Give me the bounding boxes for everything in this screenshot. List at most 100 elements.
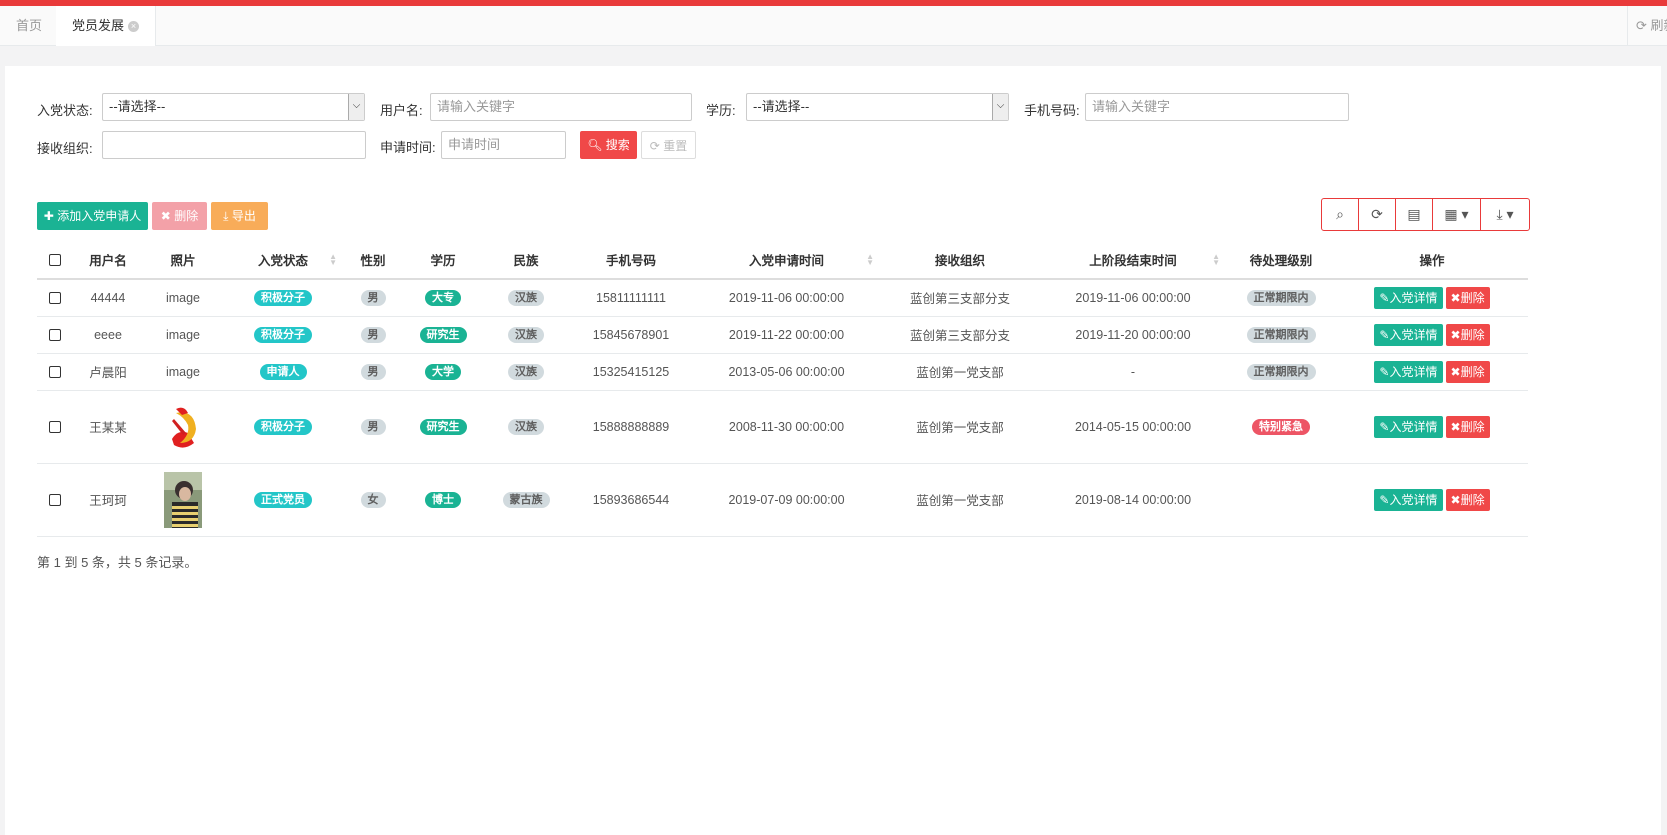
edu-label: 学历: [706,103,736,118]
detail-button[interactable]: ✎入党详情 [1374,488,1443,511]
status-badge: 正式党员 [254,491,312,508]
col-status[interactable]: 入党状态 ▲ ▼ [223,241,343,280]
close-icon: ✖ [1450,290,1461,305]
status-badge: 积极分子 [254,289,312,306]
add-button-label: 添加入党申请人 [57,209,142,223]
detail-button[interactable]: ✎入党详情 [1374,286,1443,309]
reset-button[interactable]: ⟳ 重置 [641,131,696,159]
education-badge: 研究生 [419,418,467,435]
refresh-table-icon[interactable]: ⟳ [1359,199,1396,230]
nation-badge: 蒙古族 [502,491,550,508]
columns-icon[interactable]: ▦ ▾ [1433,199,1481,230]
row-checkbox[interactable] [49,421,61,434]
cell-photo: image [143,279,223,317]
row-checkbox[interactable] [49,366,61,379]
cell-apply-time: 2019-11-06 00:00:00 [693,279,880,317]
refresh-button[interactable]: ⟳ 刷新 [1627,6,1667,46]
username-input[interactable]: 请输入关键字 [430,93,692,121]
cell-phone: 15893686544 [569,463,693,537]
status-badge: 积极分子 [254,326,312,343]
close-icon: ✖ [1450,492,1461,507]
education-badge: 大专 [425,289,461,306]
col-level: 待处理级别 [1226,241,1336,280]
cell-stage-end: 2014-05-15 00:00:00 [1040,390,1226,464]
tab-active-label: 党员发展 [72,18,125,33]
export-data-icon[interactable]: ⤓ ▾ [1481,199,1529,230]
select-all-checkbox[interactable] [49,254,61,267]
plus-icon: ✚ [43,209,54,223]
delete-button[interactable]: ✖删除 [1445,415,1490,438]
card-view-icon[interactable]: ▤ [1396,199,1433,230]
sort-icon[interactable]: ▲ ▼ [1212,253,1220,267]
cell-stage-end: 2019-11-06 00:00:00 [1040,279,1226,317]
phone-input[interactable]: 请输入关键字 [1085,93,1349,121]
search-button[interactable]: 🔍︎ 搜索 [580,131,637,159]
edu-select[interactable]: --请选择-- ⌵ [746,93,1009,121]
row-checkbox[interactable] [49,292,61,305]
apply-time-input[interactable]: 申请时间 [441,131,566,159]
nation-badge: 汉族 [508,418,544,435]
batch-delete-button[interactable]: ✖ 删除 [152,202,207,230]
detail-button[interactable]: ✎入党详情 [1374,360,1443,383]
close-icon[interactable]: × [128,21,140,33]
gender-badge: 男 [360,418,386,435]
cell-photo [143,390,223,464]
tab-home[interactable]: 首页 [0,6,60,46]
status-badge: 积极分子 [254,418,312,435]
cell-phone: 15888888889 [569,390,693,464]
detail-button[interactable]: ✎入党详情 [1374,415,1443,438]
row-checkbox[interactable] [49,329,61,342]
sort-icon[interactable]: ▲ ▼ [866,253,874,267]
applicants-table: 用户名 照片 入党状态 ▲ ▼ 性别 学历 民族 手机号码 入党申请时间 ▲ ▼ 接收组… [37,241,1528,537]
level-badge: 正常期限内 [1246,289,1316,306]
gender-badge: 男 [360,363,386,380]
col-phone: 手机号码 [569,241,693,280]
col-apply-time[interactable]: 入党申请时间 ▲ ▼ [693,241,880,280]
sort-icon[interactable]: ▲ ▼ [329,253,337,267]
cell-apply-time: 2008-11-30 00:00:00 [693,390,880,464]
cell-stage-end: 2019-11-20 00:00:00 [1040,316,1226,354]
close-icon: ✖ [160,209,171,223]
export-button[interactable]: ⤓ 导出 [211,202,268,230]
status-select[interactable]: --请选择-- ⌵ [102,93,365,121]
delete-button[interactable]: ✖删除 [1445,323,1490,346]
col-org: 接收组织 [880,241,1040,280]
delete-button[interactable]: ✖删除 [1445,286,1490,309]
table-row: 44444 image 积极分子 男 大专 汉族 15811111111 201… [37,279,1528,317]
search-toggle-icon[interactable]: ⌕ [1322,199,1359,230]
search-icon: 🔍︎ [587,138,603,152]
cell-phone: 15811111111 [569,279,693,317]
detail-button-label: 入党详情 [1389,492,1438,507]
apply-time-label: 申请时间: [380,140,436,155]
add-applicant-button[interactable]: ✚ 添加入党申请人 [37,202,148,230]
delete-button[interactable]: ✖删除 [1445,360,1490,383]
edit-icon: ✎ [1379,492,1390,507]
reset-button-label: 重置 [663,139,688,153]
col-gender: 性别 [343,241,403,280]
table-row: eeee image 积极分子 男 研究生 汉族 15845678901 201… [37,316,1528,354]
delete-button-label: 删除 [1460,492,1485,507]
nation-badge: 汉族 [508,326,544,343]
table-row: 卢晨阳 image 申请人 男 大学 汉族 15325415125 2013-0… [37,353,1528,391]
delete-button-label: 删除 [1460,419,1485,434]
delete-button-label: 删除 [1460,327,1485,342]
status-select-value: --请选择-- [109,99,166,114]
party-emblem-photo [172,407,196,448]
detail-button-label: 入党详情 [1389,419,1438,434]
col-stage-end[interactable]: 上阶段结束时间 ▲ ▼ [1040,241,1226,280]
col-apply-time-label: 入党申请时间 [748,254,824,268]
tab-party-development[interactable]: 党员发展 × [56,6,157,46]
edit-icon: ✎ [1379,419,1390,434]
cell-apply-time: 2019-11-22 00:00:00 [693,316,880,354]
org-input[interactable] [102,131,366,159]
row-checkbox[interactable] [49,494,61,507]
detail-button[interactable]: ✎入党详情 [1374,323,1443,346]
phone-label: 手机号码: [1024,103,1080,118]
username-placeholder: 请输入关键字 [437,99,516,114]
download-icon: ⤓ [223,209,229,223]
cell-username: eeee [73,316,143,354]
refresh-icon: ⟳ [649,139,660,153]
tab-home-label: 首页 [16,18,43,33]
col-username[interactable]: 用户名 [73,241,143,280]
delete-button[interactable]: ✖删除 [1445,488,1490,511]
